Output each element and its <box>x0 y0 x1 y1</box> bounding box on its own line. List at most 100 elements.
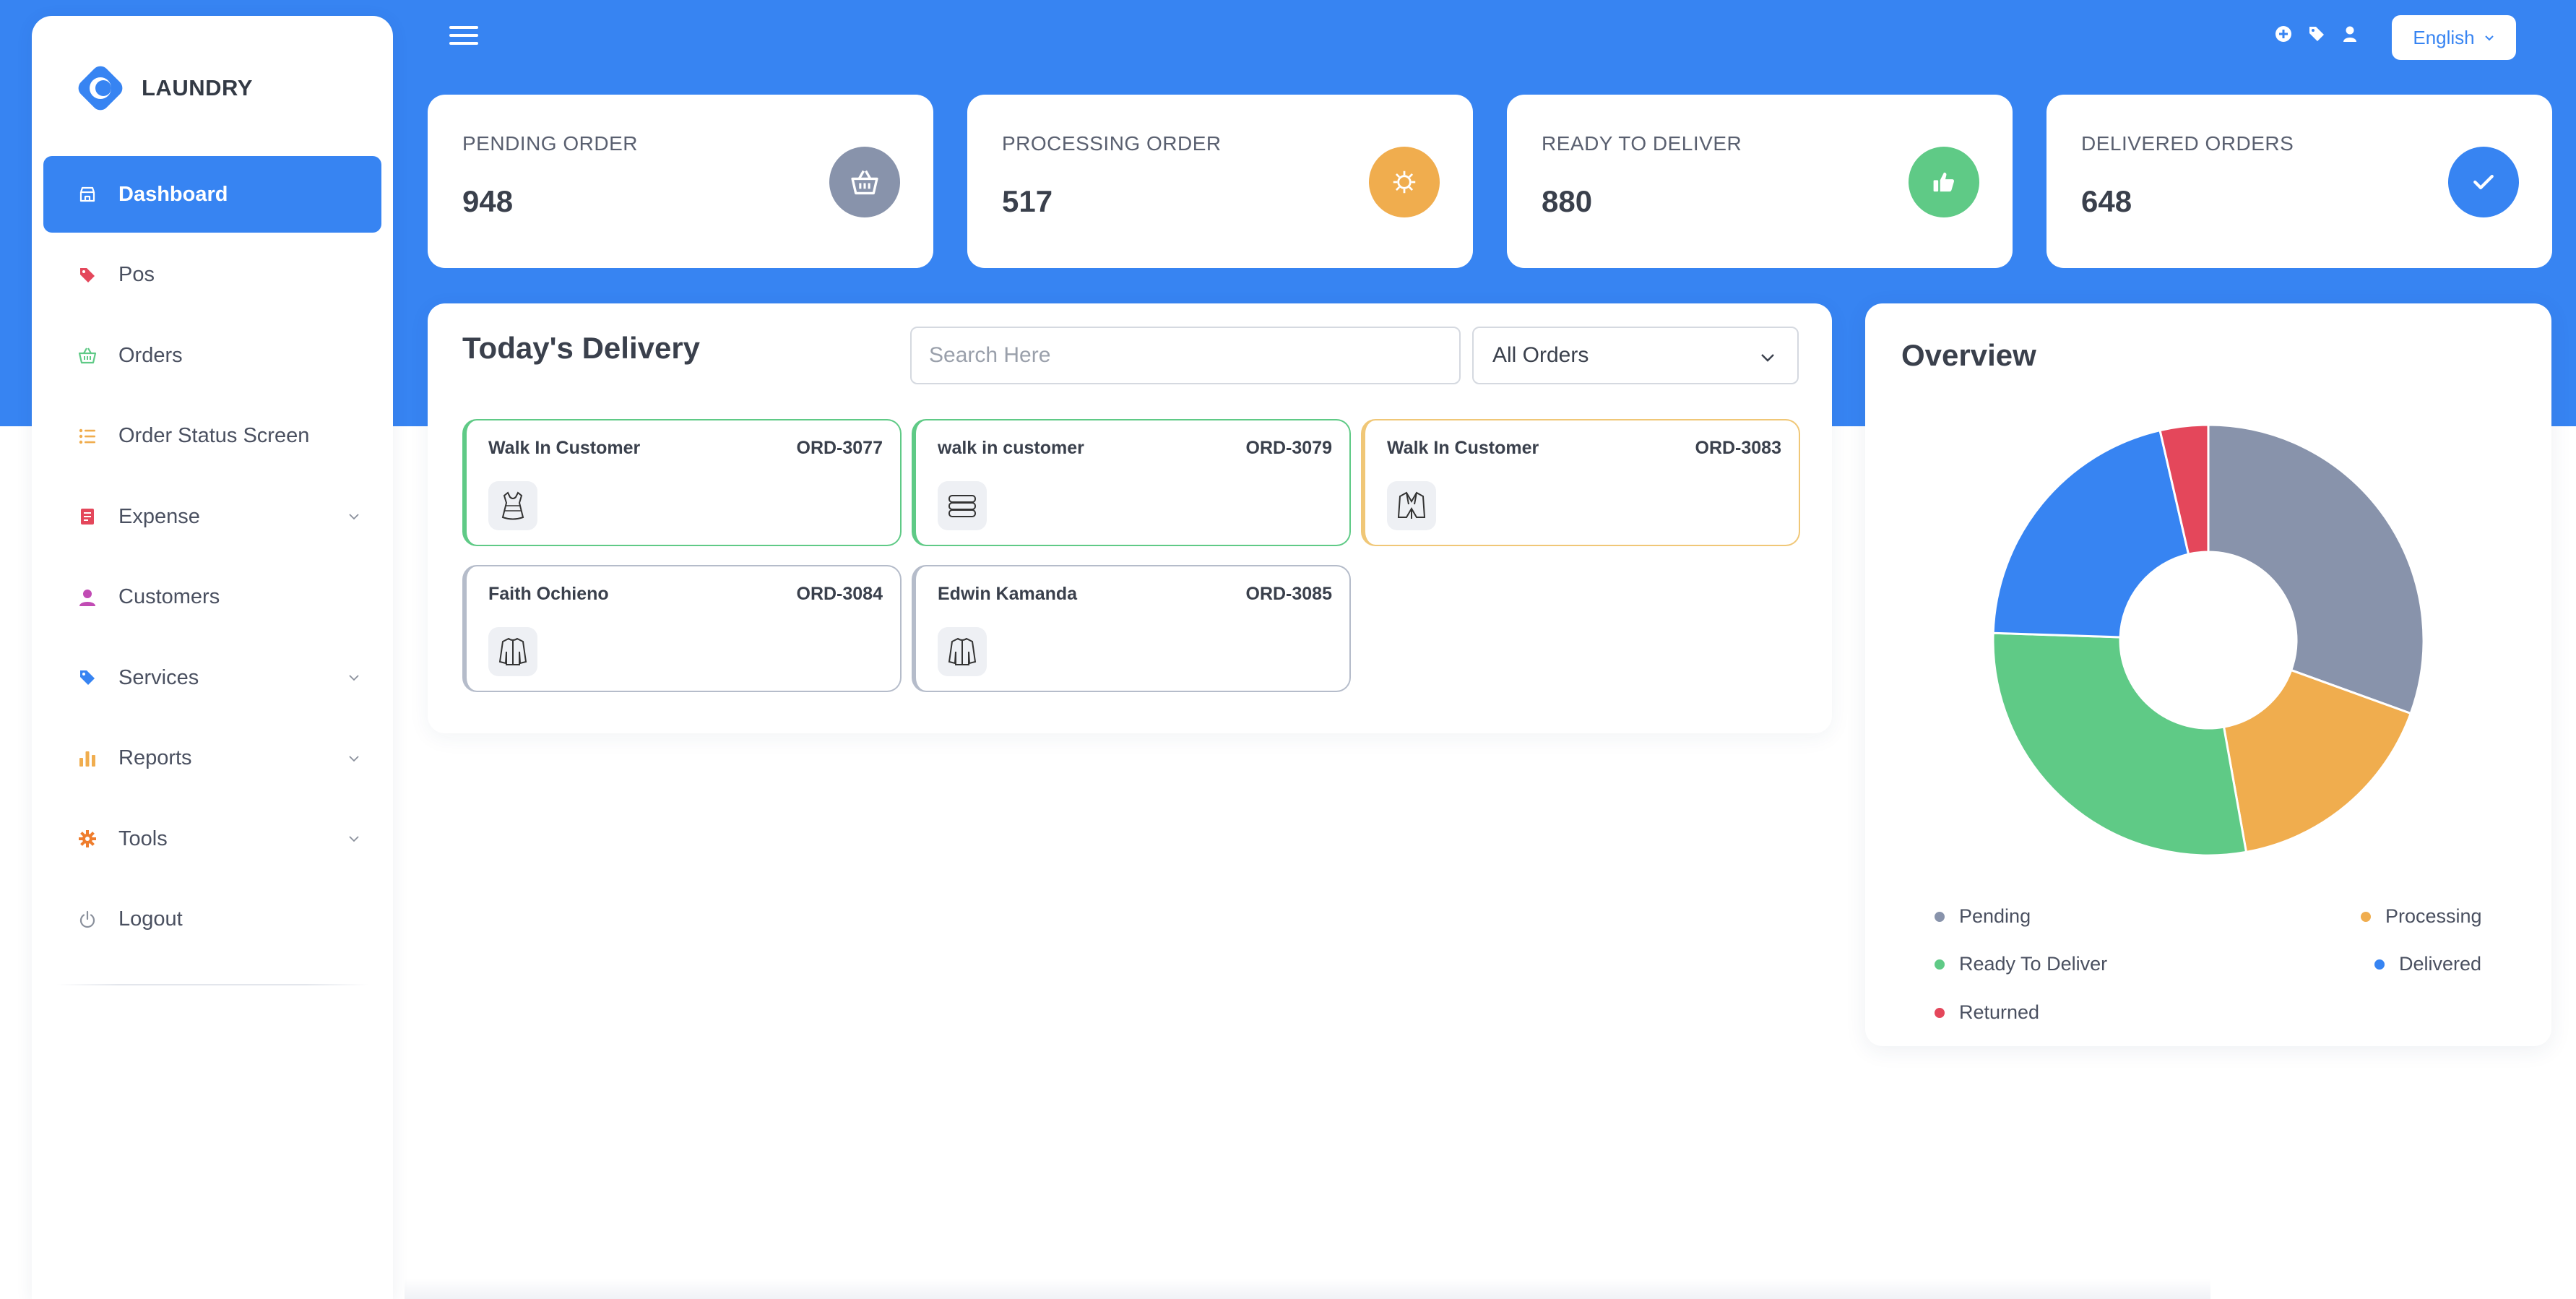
sidebar-item-customers[interactable]: Customers <box>43 559 381 636</box>
sidebar-divider <box>56 984 368 985</box>
stat-title: DELIVERED ORDERS <box>2081 132 2294 155</box>
pie-slice-ready-to-deliver[interactable] <box>1992 631 2248 857</box>
legend-item-ready-to-deliver[interactable]: Ready To Deliver <box>1935 953 2107 975</box>
stat-title: READY TO DELIVER <box>1542 132 1742 155</box>
tag-icon <box>77 264 98 286</box>
bar-chart-icon <box>77 748 98 769</box>
chevron-down-icon <box>349 755 359 761</box>
dress-icon <box>488 481 537 530</box>
overview-donut-chart <box>1992 423 2425 857</box>
stat-title: PROCESSING ORDER <box>1002 132 1222 155</box>
sidebar-item-label: Tools <box>118 827 168 850</box>
stat-card-ready[interactable]: READY TO DELIVER 880 <box>1507 95 2013 268</box>
stat-card-delivered[interactable]: DELIVERED ORDERS 648 <box>2046 95 2552 268</box>
order-id: ORD-3079 <box>1245 438 1333 458</box>
chevron-down-icon <box>349 514 359 520</box>
order-id: ORD-3077 <box>796 438 883 458</box>
sidebar-item-logout[interactable]: Logout <box>43 881 381 958</box>
order-customer: Walk In Customer <box>488 438 641 458</box>
basket-icon <box>77 345 98 366</box>
search-input[interactable] <box>910 327 1461 384</box>
legend-label: Ready To Deliver <box>1959 953 2108 975</box>
stat-title: PENDING ORDER <box>462 132 638 155</box>
check-icon <box>2448 147 2519 217</box>
order-id: ORD-3085 <box>1245 584 1333 604</box>
legend-label: Processing <box>2385 905 2482 927</box>
brand[interactable]: LAUNDRY <box>75 48 253 129</box>
legend-dot <box>1935 959 1945 970</box>
list-icon <box>77 426 98 447</box>
sidebar-item-label: Orders <box>118 343 183 367</box>
legend-item-pending[interactable]: Pending <box>1935 905 2031 928</box>
order-customer: Walk In Customer <box>1387 438 1539 458</box>
sidebar-item-expense[interactable]: Expense <box>43 478 381 555</box>
sidebar-item-label: Customers <box>118 585 220 608</box>
menu-toggle-icon[interactable] <box>449 26 478 48</box>
add-circle-icon[interactable] <box>2274 25 2293 43</box>
jacket-icon <box>488 627 537 676</box>
order-filter-select[interactable]: All Orders <box>1472 327 1799 384</box>
sidebar-item-orders[interactable]: Orders <box>43 317 381 394</box>
order-id: ORD-3083 <box>1695 438 1782 458</box>
pie-slice-pending[interactable] <box>2207 423 2425 715</box>
tag-icon[interactable] <box>2307 25 2326 43</box>
sidebar-item-pos[interactable]: Pos <box>43 237 381 314</box>
folded-towels-icon <box>938 481 987 530</box>
order-card[interactable]: walk in customer ORD-3079 <box>912 419 1351 546</box>
pie-slice-delivered[interactable] <box>1992 428 2190 639</box>
legend-item-processing[interactable]: Processing <box>2361 905 2482 928</box>
legend-dot <box>2361 911 2371 922</box>
chevron-down-icon <box>2484 35 2494 41</box>
chevron-down-icon <box>1761 354 1774 362</box>
sidebar-item-reports[interactable]: Reports <box>43 720 381 797</box>
sidebar-item-label: Expense <box>118 504 200 528</box>
sidebar-item-label: Logout <box>118 907 183 931</box>
gear-icon <box>77 828 98 850</box>
legend-item-delivered[interactable]: Delivered <box>2374 953 2481 975</box>
legend-label: Delivered <box>2399 953 2482 975</box>
sidebar-nav: Dashboard Pos Orders Order Status Screen… <box>43 156 381 962</box>
language-selector[interactable]: English <box>2392 15 2516 60</box>
stat-value: 517 <box>1002 184 1053 218</box>
receipt-icon <box>77 506 98 527</box>
order-customer: Edwin Kamanda <box>938 584 1078 604</box>
sidebar-item-tools[interactable]: Tools <box>43 800 381 877</box>
brand-name: LAUNDRY <box>142 75 253 100</box>
sidebar-item-services[interactable]: Services <box>43 639 381 716</box>
sidebar-item-order-status-screen[interactable]: Order Status Screen <box>43 398 381 475</box>
chevron-down-icon <box>349 836 359 842</box>
basket-icon <box>829 147 900 217</box>
tag-icon <box>77 667 98 689</box>
order-card[interactable]: Walk In Customer ORD-3083 <box>1361 419 1800 546</box>
stat-value: 948 <box>462 184 514 218</box>
sidebar-item-label: Services <box>118 665 199 689</box>
panel-title: Today's Delivery <box>462 331 701 365</box>
stat-card-processing[interactable]: PROCESSING ORDER 517 <box>967 95 1473 268</box>
overview-panel: Overview Pending Processing Ready To Del… <box>1865 303 2551 1046</box>
order-customer: walk in customer <box>938 438 1084 458</box>
order-card[interactable]: Walk In Customer ORD-3077 <box>462 419 902 546</box>
order-filter-value: All Orders <box>1492 343 1589 367</box>
laundry-logo-icon <box>78 66 123 111</box>
sidebar-item-label: Pos <box>118 263 155 286</box>
thumbs-up-icon <box>1909 147 1979 217</box>
stat-value: 648 <box>2081 184 2132 218</box>
legend-item-returned[interactable]: Returned <box>1935 1001 2039 1024</box>
footer-shadow <box>405 1279 2210 1299</box>
chevron-down-icon <box>349 675 359 681</box>
jacket-icon <box>938 627 987 676</box>
sidebar-item-dashboard[interactable]: Dashboard <box>43 156 381 233</box>
legend-dot <box>1935 1007 1945 1018</box>
user-icon[interactable] <box>2341 25 2359 43</box>
store-icon <box>77 184 98 205</box>
gear-icon <box>1369 147 1440 217</box>
sidebar-item-label: Reports <box>118 746 192 769</box>
user-icon <box>77 587 98 608</box>
language-label: English <box>2413 26 2475 48</box>
topbar-actions <box>2274 25 2359 43</box>
legend-dot <box>2374 959 2385 970</box>
order-card[interactable]: Faith Ochieno ORD-3084 <box>462 565 902 692</box>
order-card[interactable]: Edwin Kamanda ORD-3085 <box>912 565 1351 692</box>
legend-label: Pending <box>1959 905 2031 927</box>
stat-card-pending[interactable]: PENDING ORDER 948 <box>428 95 933 268</box>
